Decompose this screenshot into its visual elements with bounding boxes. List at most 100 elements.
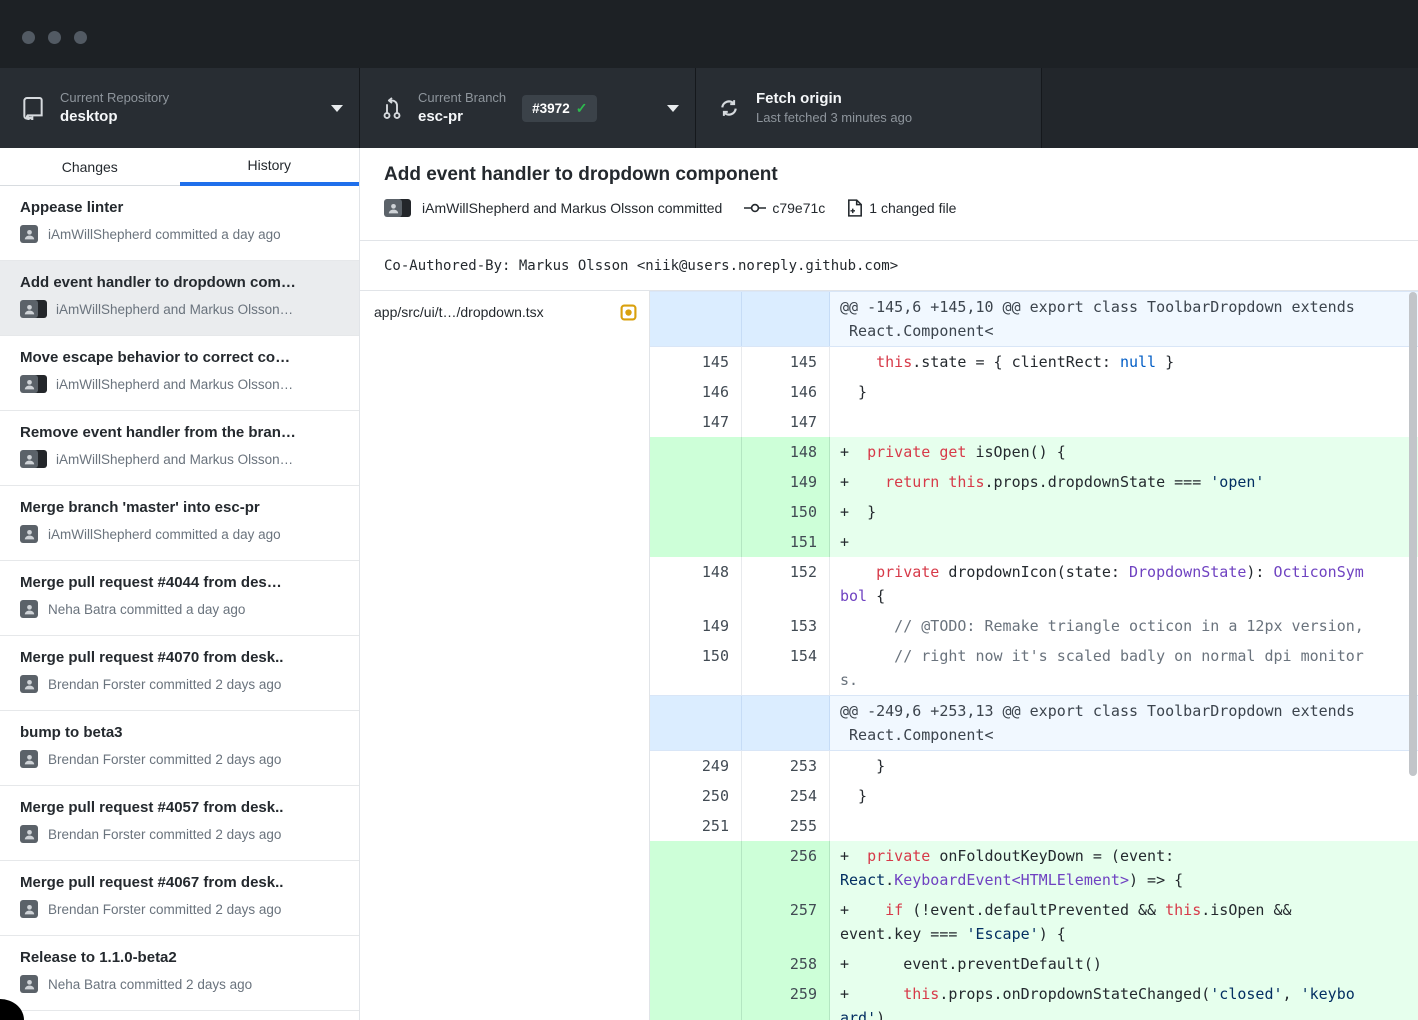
commit-list-item[interactable]: Move escape behavior to correct co… iAmWi… <box>0 336 359 411</box>
diff-code: + return this.props.dropdownState === 'o… <box>830 467 1418 497</box>
old-line-number: 146 <box>650 377 742 407</box>
commit-item-meta: Brendan Forster committed 2 days ago <box>48 827 281 842</box>
diff-code: + <box>830 527 1418 557</box>
commit-item-title: Merge pull request #4057 from desk.. <box>20 799 341 816</box>
commit-list-item[interactable]: Merge branch 'master' into esc-pr iAmWill… <box>0 486 359 561</box>
pr-number: #3972 <box>532 101 570 116</box>
commit-list-item[interactable]: Merge pull request #4067 from desk..Bren… <box>0 861 359 936</box>
changed-files-panel: app/src/ui/t…/dropdown.tsx <box>360 291 650 1020</box>
commit-item-meta: iAmWillShepherd committed a day ago <box>48 227 281 242</box>
diff-line: 146146 } <box>650 377 1418 407</box>
current-branch-button[interactable]: Current Branch esc-pr #3972 ✓ <box>360 68 696 148</box>
zoom-window-button[interactable] <box>74 31 87 44</box>
diff-line: 256+ private onFoldoutKeyDown = (event:R… <box>650 841 1418 895</box>
diff-code: + private get isOpen() { <box>830 437 1418 467</box>
commit-icon <box>744 201 766 215</box>
commit-item-title: Merge branch 'master' into esc-pr <box>20 499 341 516</box>
new-line-number: 149 <box>742 467 830 497</box>
pull-request-icon <box>382 96 402 120</box>
new-line-number: 258 <box>742 949 830 979</box>
committer-avatar <box>20 899 40 919</box>
commit-item-title: bump to beta3 <box>20 724 341 741</box>
commit-item-title: Merge pull request #4044 from des… <box>20 574 341 591</box>
commit-item-meta: Brendan Forster committed 2 days ago <box>48 752 281 767</box>
new-line-number: 254 <box>742 781 830 811</box>
diff-code: + this.props.onDropdownStateChanged('clo… <box>830 979 1418 1020</box>
commit-list-item[interactable]: Remove event handler from the bran…iAmWi… <box>0 411 359 486</box>
diff-line: 148+ private get isOpen() { <box>650 437 1418 467</box>
commit-list-item[interactable]: Appease linter iAmWillShepherd committed … <box>0 186 359 261</box>
changed-file-icon <box>847 199 863 217</box>
commit-sha: c79e71c <box>772 200 825 216</box>
history-sidebar: Changes History Appease linter iAmWillShe… <box>0 148 360 1020</box>
commit-item-meta: Neha Batra committed a day ago <box>48 602 245 617</box>
diff-line: 249253 } <box>650 751 1418 781</box>
tab-history[interactable]: History <box>180 148 360 186</box>
commit-list-item[interactable]: Merge pull request #4057 from desk.. Bren… <box>0 786 359 861</box>
close-window-button[interactable] <box>22 31 35 44</box>
chevron-down-icon <box>667 105 679 112</box>
diff-line: 148152 private dropdownIcon(state: Dropd… <box>650 557 1418 611</box>
repo-icon <box>22 96 44 120</box>
new-line-number: 152 <box>742 557 830 611</box>
diff-code: private dropdownIcon(state: DropdownStat… <box>830 557 1418 611</box>
window-titlebar <box>0 0 1418 68</box>
committer-avatar <box>20 674 40 694</box>
committer-avatar <box>20 974 40 994</box>
committer-avatar <box>20 749 40 769</box>
new-line-number: 153 <box>742 611 830 641</box>
current-repository-button[interactable]: Current Repository desktop <box>0 68 360 148</box>
diff-line: 149153 // @TODO: Remake triangle octicon… <box>650 611 1418 641</box>
old-line-number: 251 <box>650 811 742 841</box>
traffic-lights[interactable] <box>22 31 87 44</box>
commit-item-title: Appease linter <box>20 199 341 216</box>
old-line-number: 249 <box>650 751 742 781</box>
commit-detail-panel: Add event handler to dropdown component … <box>360 148 1418 1020</box>
avatar <box>384 199 402 217</box>
diff-hunk-header: @@ -145,6 +145,10 @@ export class Toolba… <box>650 291 1418 347</box>
pr-status-badge: #3972 ✓ <box>522 95 597 122</box>
diff-code: // @TODO: Remake triangle octicon in a 1… <box>830 611 1418 641</box>
commit-list-item[interactable]: Add event handler to dropdown com…iAmWil… <box>0 261 359 336</box>
file-list-item[interactable]: app/src/ui/t…/dropdown.tsx <box>360 291 649 333</box>
old-line-number <box>650 841 742 895</box>
diff-line: 150154 // right now it's scaled badly on… <box>650 641 1418 695</box>
commit-item-title: Merge pull request #4070 from desk.. <box>20 649 341 666</box>
current-repository-value: desktop <box>60 108 169 127</box>
commit-list-item[interactable]: Merge pull request #4044 from des… Neha B… <box>0 561 359 636</box>
diff-code: + } <box>830 497 1418 527</box>
commit-title: Add event handler to dropdown component <box>384 164 1394 186</box>
chevron-down-icon <box>331 105 343 112</box>
commit-item-title: Move escape behavior to correct co… <box>20 349 341 366</box>
old-line-number <box>650 437 742 467</box>
new-line-number: 150 <box>742 497 830 527</box>
old-line-number: 147 <box>650 407 742 437</box>
tab-changes[interactable]: Changes <box>0 148 180 186</box>
committer-avatars <box>384 198 412 218</box>
minimize-window-button[interactable] <box>48 31 61 44</box>
diff-line: 151+ <box>650 527 1418 557</box>
diff-code: @@ -249,6 +253,13 @@ export class Toolba… <box>830 696 1418 750</box>
new-line-number: 256 <box>742 841 830 895</box>
commit-item-meta: iAmWillShepherd and Markus Olsson… <box>56 377 293 392</box>
current-repository-label: Current Repository <box>60 90 169 106</box>
fetch-title: Fetch origin <box>756 90 912 109</box>
diff-scrollbar-thumb[interactable] <box>1409 292 1417 776</box>
file-modified-icon <box>620 304 637 321</box>
commit-item-meta: iAmWillShepherd committed a day ago <box>48 527 281 542</box>
committer-avatar <box>20 599 40 619</box>
commit-list-item[interactable]: Merge pull request #4073 from desk.. <box>0 1011 359 1020</box>
sync-icon <box>718 96 740 120</box>
commit-item-meta: Neha Batra committed 2 days ago <box>48 977 252 992</box>
commit-item-title: Release to 1.1.0-beta2 <box>20 949 341 966</box>
commit-list-item[interactable]: Merge pull request #4070 from desk..Bren… <box>0 636 359 711</box>
diff-code: } <box>830 751 1418 781</box>
commit-item-meta: iAmWillShepherd and Markus Olsson… <box>56 452 293 467</box>
fetch-origin-button[interactable]: Fetch origin Last fetched 3 minutes ago <box>696 68 1042 148</box>
commit-list-item[interactable]: bump to beta3 Brendan Forster committed 2… <box>0 711 359 786</box>
toolbar: Current Repository desktop Current Branc… <box>0 68 1418 148</box>
old-line-number <box>650 895 742 949</box>
commit-list-item[interactable]: Release to 1.1.0-beta2 Neha Batra committ… <box>0 936 359 1011</box>
diff-code <box>830 407 1418 437</box>
old-line-number: 250 <box>650 781 742 811</box>
